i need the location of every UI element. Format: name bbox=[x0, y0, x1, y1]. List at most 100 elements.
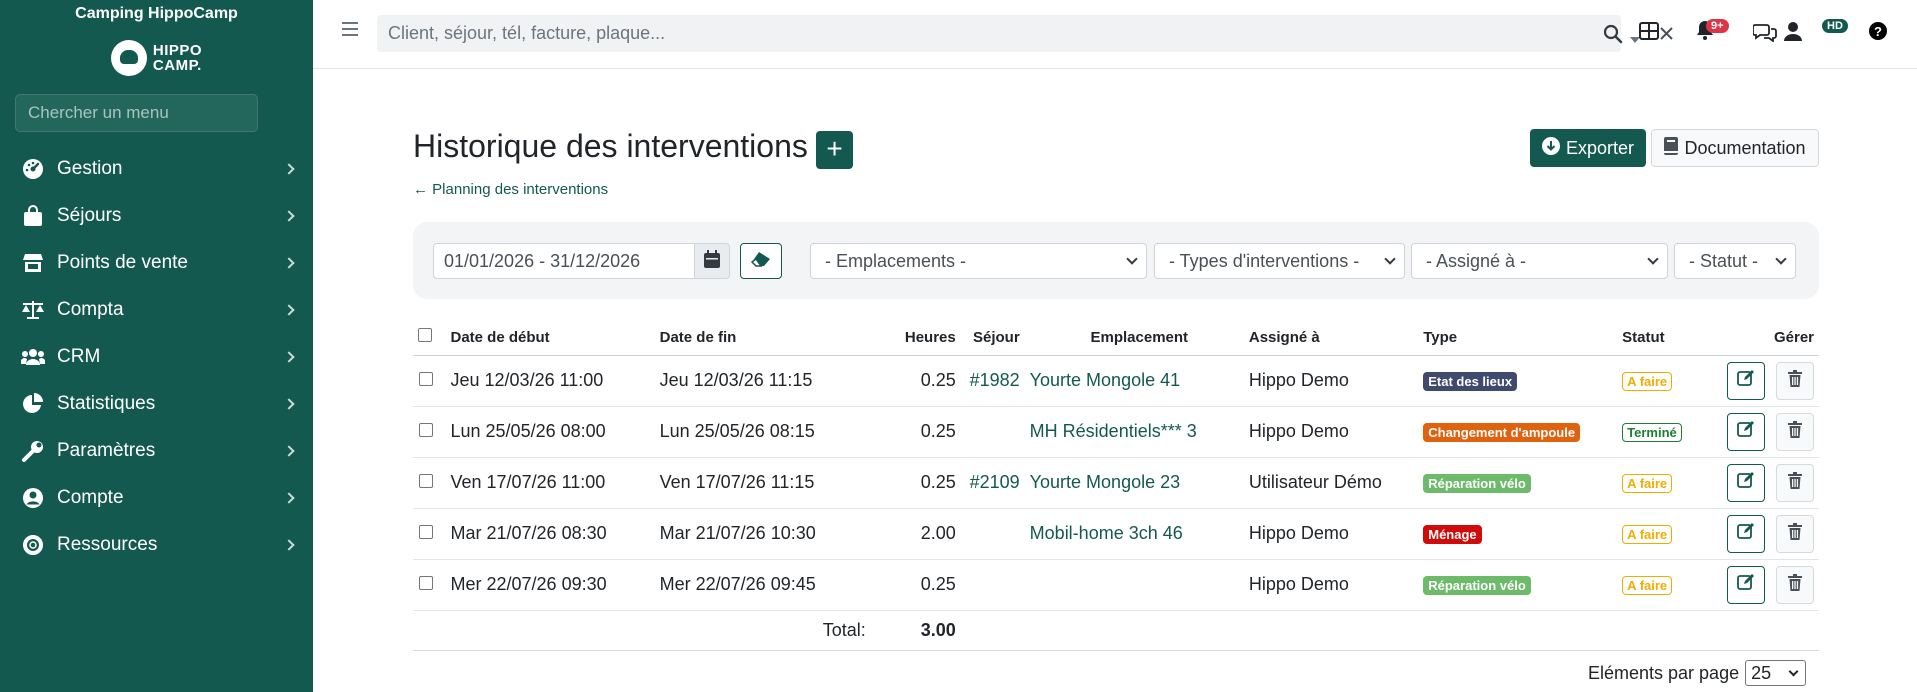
header-assigne[interactable]: Assigné à bbox=[1248, 320, 1424, 356]
header-heures[interactable]: Heures bbox=[868, 320, 968, 356]
delete-button[interactable] bbox=[1776, 412, 1814, 451]
cell-emplacement: MH Résidentiels*** 3 bbox=[1029, 406, 1249, 458]
cell-sejour: #2109 bbox=[967, 457, 1030, 509]
sidebar-item-compte[interactable]: Compte bbox=[0, 474, 313, 521]
cell-assigne: Utilisateur Démo bbox=[1248, 457, 1424, 509]
cell-heures: 0.25 bbox=[868, 559, 968, 611]
cell-fin: Jeu 12/03/26 11:15 bbox=[659, 355, 869, 407]
sidebar-item-label: Gestion bbox=[57, 157, 123, 179]
sidebar-item-compta[interactable]: Compta bbox=[0, 286, 313, 333]
user-circle-icon bbox=[21, 487, 45, 509]
cell-fin: Lun 25/05/26 08:15 bbox=[659, 406, 869, 458]
chevron-right-icon bbox=[283, 256, 295, 269]
sejour-link[interactable]: #1982 bbox=[970, 370, 1020, 390]
cell-type: Etat des lieux bbox=[1423, 355, 1623, 407]
edit-button[interactable] bbox=[1727, 463, 1765, 502]
assigne-select[interactable]: - Assigné à - bbox=[1411, 243, 1668, 279]
header-statut[interactable]: Statut bbox=[1622, 320, 1727, 356]
sidebar-item-points-de-vente[interactable]: Points de vente bbox=[0, 239, 313, 286]
users-icon bbox=[21, 346, 45, 368]
select-all-checkbox[interactable] bbox=[418, 328, 432, 343]
header-sejour[interactable]: Séjour bbox=[967, 320, 1030, 356]
edit-button[interactable] bbox=[1727, 514, 1765, 553]
sidebar-item-parametres[interactable]: Paramètres bbox=[0, 427, 313, 474]
lifebuoy-icon bbox=[21, 534, 45, 556]
emplacement-link[interactable]: Mobil-home 3ch 46 bbox=[1030, 523, 1183, 543]
cell-statut: A faire bbox=[1622, 355, 1727, 407]
header-emplacement[interactable]: Emplacement bbox=[1029, 320, 1249, 356]
row-checkbox[interactable] bbox=[419, 576, 433, 590]
chevron-right-icon bbox=[283, 444, 295, 457]
grid-icon[interactable] bbox=[1639, 22, 1659, 45]
cell-heures: 0.25 bbox=[868, 457, 968, 509]
emplacement-link[interactable]: Yourte Mongole 23 bbox=[1030, 472, 1180, 492]
total-label: Total: bbox=[413, 610, 869, 651]
page-title: Historique des interventions bbox=[413, 128, 808, 164]
documentation-button[interactable]: Documentation bbox=[1651, 129, 1819, 167]
sejour-link[interactable]: #2109 bbox=[970, 472, 1020, 492]
header-debut[interactable]: Date de début bbox=[450, 320, 660, 356]
emplacement-link[interactable]: MH Résidentiels*** 3 bbox=[1030, 421, 1197, 441]
date-range-input[interactable]: 01/01/2026 - 31/12/2026 bbox=[433, 243, 695, 279]
type-badge: Réparation vélo bbox=[1423, 474, 1531, 493]
cell-fin: Ven 17/07/26 11:15 bbox=[659, 457, 869, 509]
menu-search-input[interactable] bbox=[15, 94, 258, 132]
user-icon[interactable] bbox=[1784, 21, 1804, 46]
table-row: Mar 21/07/26 08:30 Mar 21/07/26 10:30 2.00… bbox=[413, 508, 1819, 560]
cell-debut: Mar 21/07/26 08:30 bbox=[450, 508, 660, 560]
chat-icon[interactable] bbox=[1752, 22, 1777, 47]
table-row: Lun 25/05/26 08:00 Lun 25/05/26 08:15 0.25… bbox=[413, 406, 1819, 458]
sidebar-item-label: Ressources bbox=[57, 533, 158, 555]
logo-line-1: HIPPO bbox=[152, 42, 203, 59]
sidebar-item-ressources[interactable]: Ressources bbox=[0, 521, 313, 568]
help-icon[interactable]: ? bbox=[1869, 22, 1887, 45]
delete-button[interactable] bbox=[1776, 514, 1814, 553]
chevron-right-icon bbox=[283, 350, 295, 363]
sidebar-item-sejours[interactable]: Séjours bbox=[0, 192, 313, 239]
chevron-right-icon bbox=[283, 303, 295, 316]
back-to-planning-link[interactable]: ← Planning des interventions bbox=[413, 181, 608, 198]
types-select[interactable]: - Types d'interventions - bbox=[1154, 243, 1405, 279]
chevron-right-icon bbox=[283, 397, 295, 410]
header-fin[interactable]: Date de fin bbox=[659, 320, 869, 356]
header-type[interactable]: Type bbox=[1423, 320, 1623, 356]
sidebar-item-crm[interactable]: CRM bbox=[0, 333, 313, 380]
delete-button[interactable] bbox=[1776, 361, 1814, 400]
notifications-badge: 9+ bbox=[1706, 19, 1729, 33]
edit-button[interactable] bbox=[1727, 565, 1765, 604]
logo[interactable]: HIPPO CAMP. bbox=[0, 28, 313, 88]
add-intervention-button[interactable]: + bbox=[816, 131, 853, 169]
cell-statut: A faire bbox=[1622, 508, 1727, 560]
scale-icon bbox=[21, 299, 45, 321]
type-badge: Réparation vélo bbox=[1423, 576, 1531, 595]
close-icon[interactable] bbox=[1660, 27, 1673, 45]
row-checkbox[interactable] bbox=[419, 372, 433, 386]
export-button[interactable]: Exporter bbox=[1530, 129, 1646, 167]
per-page-select[interactable]: 25 bbox=[1745, 660, 1807, 686]
topbar: 9+ HD ? bbox=[313, 0, 1917, 69]
hamburger-menu-icon[interactable] bbox=[342, 22, 358, 36]
svg-text:?: ? bbox=[1874, 24, 1882, 39]
row-checkbox[interactable] bbox=[419, 474, 433, 488]
search-icon[interactable] bbox=[1603, 24, 1623, 49]
delete-button[interactable] bbox=[1776, 463, 1814, 502]
edit-icon bbox=[1737, 369, 1755, 392]
edit-button[interactable] bbox=[1727, 412, 1765, 451]
edit-button[interactable] bbox=[1727, 361, 1765, 400]
chevron-right-icon bbox=[283, 491, 295, 504]
chevron-right-icon bbox=[283, 209, 295, 222]
calendar-button[interactable] bbox=[694, 243, 730, 279]
global-search-input[interactable] bbox=[377, 15, 1527, 52]
row-checkbox[interactable] bbox=[419, 423, 433, 437]
emplacements-select[interactable]: - Emplacements - bbox=[810, 243, 1147, 279]
edit-icon bbox=[1737, 420, 1755, 443]
sidebar-item-gestion[interactable]: Gestion bbox=[0, 145, 313, 192]
row-checkbox[interactable] bbox=[419, 525, 433, 539]
edit-icon bbox=[1737, 522, 1755, 545]
emplacement-link[interactable]: Yourte Mongole 41 bbox=[1030, 370, 1180, 390]
delete-button[interactable] bbox=[1776, 565, 1814, 604]
statut-select[interactable]: - Statut - bbox=[1674, 243, 1796, 279]
cell-statut: A faire bbox=[1622, 457, 1727, 509]
clear-filters-button[interactable] bbox=[740, 243, 782, 279]
sidebar-item-statistiques[interactable]: Statistiques bbox=[0, 380, 313, 427]
